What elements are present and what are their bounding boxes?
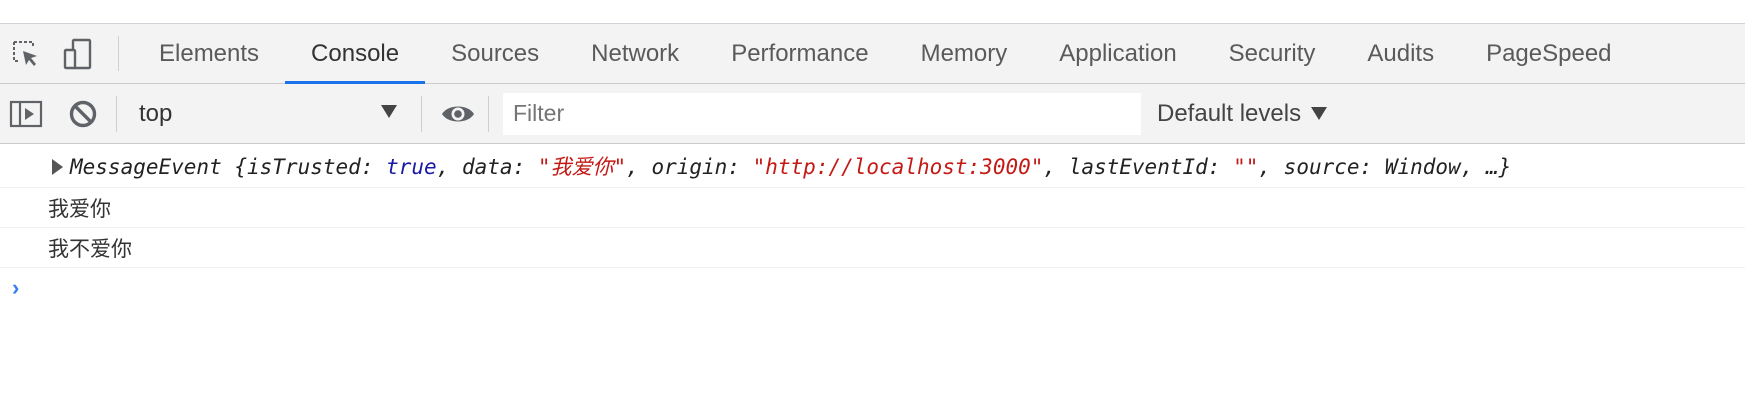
toolbar-separator [116,95,117,132]
tab-security[interactable]: Security [1203,24,1342,83]
tab-performance[interactable]: Performance [705,24,894,83]
device-toolbar-icon[interactable] [52,24,104,83]
log-text: 我爱你 [48,196,111,221]
object-class-name: MessageEvent [70,154,222,179]
devtools-tab-bar: Elements Console Sources Network Perform… [0,24,1745,84]
object-key: lastEventId [1068,154,1208,179]
console-output: MessageEvent {isTrusted: true, data: "我爱… [0,144,1745,308]
log-levels-label: Default levels [1157,99,1302,127]
object-key: origin [651,154,728,179]
console-message-log: 我不爱你 [0,228,1745,268]
clear-console-icon[interactable] [52,99,114,129]
live-expression-eye-icon[interactable] [432,102,484,126]
object-key: data [461,154,513,179]
object-value-string: "" [1233,154,1259,179]
expand-triangle-icon[interactable] [52,159,63,175]
dropdown-arrow-icon [381,104,397,118]
tab-separator [118,36,119,71]
tab-elements[interactable]: Elements [133,24,285,83]
object-value-string: "http://localhost:3000" [752,154,1044,179]
toolbar-separator [488,95,489,132]
console-prompt[interactable]: › [0,268,1745,308]
console-toolbar: top Default levels [0,84,1745,144]
console-message-object[interactable]: MessageEvent {isTrusted: true, data: "我爱… [0,144,1745,188]
object-key: isTrusted [247,154,361,179]
context-label: top [139,99,173,127]
tab-application[interactable]: Application [1033,24,1202,83]
tab-sources[interactable]: Sources [425,24,565,83]
tab-memory[interactable]: Memory [895,24,1034,83]
tab-network[interactable]: Network [565,24,705,83]
log-levels-dropdown[interactable]: Default levels [1157,99,1328,128]
object-value: Window [1384,154,1461,179]
tab-pagespeed[interactable]: PageSpeed [1460,24,1637,83]
show-sidebar-icon[interactable] [0,100,52,128]
filter-input[interactable] [503,92,1141,135]
window-top-strip [0,0,1745,24]
prompt-chevron-icon: › [12,275,20,300]
console-message-log: 我爱你 [0,188,1745,228]
inspect-element-icon[interactable] [0,24,52,83]
toolbar-separator [421,95,422,132]
tab-console[interactable]: Console [285,24,426,84]
context-selector[interactable]: top [121,84,421,144]
object-value-string: "我爱你" [537,154,627,179]
object-preview: MessageEvent {isTrusted: true, data: "我爱… [70,154,1512,179]
log-text: 我不爱你 [48,236,132,261]
tab-audits[interactable]: Audits [1341,24,1460,83]
object-value-boolean: true [386,154,437,179]
object-key: source [1283,154,1360,179]
dropdown-arrow-icon [1311,107,1328,120]
object-ellipsis: …} [1485,154,1512,179]
